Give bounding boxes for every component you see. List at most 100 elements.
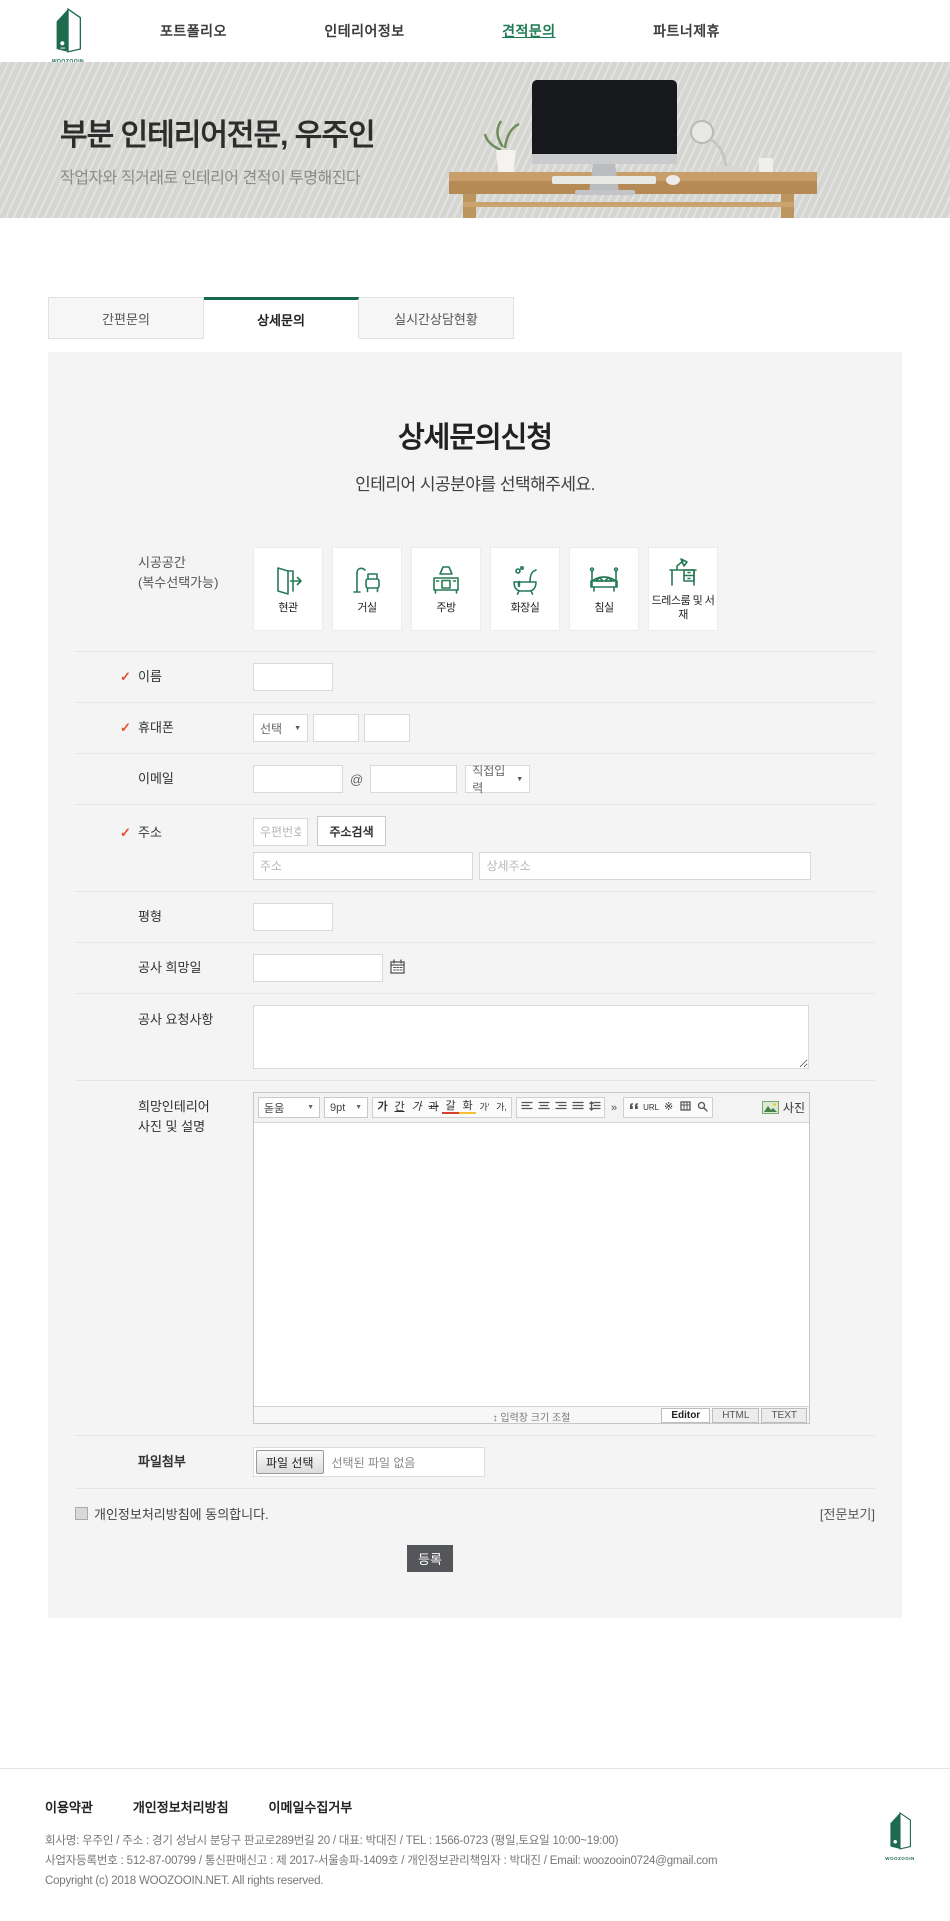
special-char-icon[interactable]: ※ [660,1102,677,1113]
phone-label: 휴대폰 [138,718,174,738]
font-color-icon[interactable]: 갈 [442,1101,459,1114]
house-logo-icon [49,7,87,53]
name-input[interactable] [253,663,333,691]
line-height-icon[interactable] [586,1101,603,1114]
italic-icon[interactable]: 가 [408,1102,425,1113]
editor-row: 희망인테리어 사진 및 설명 돋움 ▼ 9pt ▼ [75,1081,875,1436]
font-family-select[interactable]: 돋움 ▼ [258,1097,320,1118]
bed-icon [586,563,622,599]
tile-bathroom[interactable]: 화장실 [490,547,560,631]
align-right-icon[interactable] [552,1101,569,1114]
tab-simple-inquiry[interactable]: 간편문의 [48,297,204,339]
mode-html[interactable]: HTML [712,1408,759,1423]
address-row: ✓ 주소 주소검색 [75,805,875,892]
editor-mode-tabs: Editor HTML TEXT [659,1408,807,1423]
tab-detail-inquiry[interactable]: 상세문의 [204,297,359,339]
address-input[interactable] [253,852,473,880]
highlight-color-icon[interactable]: 화 [459,1101,476,1114]
align-left-icon[interactable] [518,1101,535,1114]
tile-kitchen[interactable]: 주방 [411,547,481,631]
zipcode-input[interactable] [253,818,308,846]
nav-quote-inquiry[interactable]: 견적문의 [502,21,556,41]
phone-prefix-select[interactable]: 선택 ▼ [253,714,308,742]
page: WOOZOOIN 포트폴리오 인테리어정보 견적문의 파트너제휴 부분 인테리어… [0,0,950,1921]
size-row: 평형 [75,892,875,943]
file-select-button[interactable]: 파일 선택 [256,1450,324,1474]
size-label: 평형 [138,907,162,927]
mode-text[interactable]: TEXT [761,1408,807,1423]
phone-row: ✓ 휴대폰 선택 ▼ [75,703,875,754]
editor-content-area[interactable] [254,1123,809,1406]
file-status-text: 선택된 파일 없음 [332,1454,416,1471]
mode-editor[interactable]: Editor [661,1408,710,1423]
file-input[interactable]: 파일 선택 선택된 파일 없음 [253,1447,485,1477]
required-check-icon: ✓ [120,823,133,843]
footer-link-privacy[interactable]: 개인정보처리방침 [133,1797,229,1816]
name-row: ✓ 이름 [75,652,875,703]
align-justify-icon[interactable] [569,1101,586,1114]
font-size-select[interactable]: 9pt ▼ [324,1097,368,1118]
hero-copy: 부분 인테리어전문, 우주인 작업자와 직거래로 인테리어 견적이 투명해진다 [60,110,375,188]
tab-live-status[interactable]: 실시간상담현황 [359,297,514,339]
email-domain-input[interactable] [370,765,457,793]
date-input[interactable] [253,954,383,982]
detail-inquiry-panel: 상세문의신청 인테리어 시공분야를 선택해주세요. 시공공간 (복수선택가능) … [48,352,902,1618]
phone-mid-input[interactable] [313,714,359,742]
submit-button[interactable]: 등록 [407,1545,453,1572]
address-search-button[interactable]: 주소검색 [317,816,385,846]
chevron-down-icon: ▼ [516,776,523,783]
chevron-down-icon: ▼ [307,1104,314,1111]
tile-bedroom[interactable]: 침실 [569,547,639,631]
editor-toolbar: 돋움 ▼ 9pt ▼ 가 간 가 과 갈 화 [254,1093,809,1123]
main-nav: 포트폴리오 인테리어정보 견적문의 파트너제휴 [160,0,720,62]
strikethrough-icon[interactable]: 과 [425,1102,442,1113]
nav-interior-info[interactable]: 인테리어정보 [324,21,404,41]
calendar-icon [390,959,405,974]
phone-last-input[interactable] [364,714,410,742]
table-icon[interactable] [677,1101,694,1114]
tile-dressroom-study[interactable]: 드레스룸 및 서재 [648,547,718,631]
privacy-agree-checkbox[interactable] [75,1507,88,1520]
editor-resize-handle[interactable]: ↕ 입력창 크기 조절 [493,1409,571,1424]
blockquote-icon[interactable] [625,1102,642,1113]
toolbar-more-icon[interactable]: » [609,1102,619,1114]
bold-icon[interactable]: 가 [374,1102,391,1113]
view-full-policy-link[interactable]: [전문보기] [820,1504,875,1523]
subscript-icon[interactable]: 가, [493,1103,510,1112]
file-label: 파일첨부 [138,1452,186,1472]
nav-portfolio[interactable]: 포트폴리오 [160,21,227,41]
inquiry-tabs: 간편문의 상세문의 실시간상담현황 [48,297,514,339]
calendar-button[interactable] [390,959,405,977]
chevron-down-icon: ▼ [294,725,301,732]
address-detail-input[interactable] [479,852,811,880]
email-id-input[interactable] [253,765,343,793]
footer-link-terms[interactable]: 이용약관 [45,1797,93,1816]
footer-link-email-refusal[interactable]: 이메일수집거부 [269,1797,353,1816]
tile-livingroom[interactable]: 거실 [332,547,402,631]
privacy-agree-row: 개인정보처리방침에 동의합니다. [전문보기] [75,1489,875,1529]
align-center-icon[interactable] [535,1101,552,1114]
hero-banner: 부분 인테리어전문, 우주인 작업자와 직거래로 인테리어 견적이 투명해진다 [0,62,950,218]
superscript-icon[interactable]: 가' [476,1103,493,1112]
nav-partner[interactable]: 파트너제휴 [653,21,720,41]
tile-entrance[interactable]: 현관 [253,547,323,631]
privacy-agree-text: 개인정보처리방침에 동의합니다. [94,1504,269,1523]
name-label: 이름 [138,667,162,687]
footer-logo-text: WOOZOOIN [880,1856,920,1861]
format-group: 가 간 가 과 갈 화 가' 가, [372,1097,512,1118]
desk-photo-illustration [397,62,817,218]
request-row: 공사 요청사항 [75,994,875,1081]
find-icon[interactable] [694,1101,711,1115]
size-input[interactable] [253,903,333,931]
underline-icon[interactable]: 간 [391,1102,408,1113]
email-domain-select[interactable]: 직접입력 ▼ [465,765,530,793]
house-logo-icon [884,1811,916,1850]
request-textarea[interactable] [253,1005,809,1069]
brand-logo[interactable]: WOOZOOIN [45,7,91,65]
required-check-icon: ✓ [120,718,133,738]
link-icon[interactable]: URL [642,1104,660,1112]
site-header: WOOZOOIN 포트폴리오 인테리어정보 견적문의 파트너제휴 [0,0,950,62]
footer-links: 이용약관 개인정보처리방침 이메일수집거부 [45,1797,905,1816]
insert-photo-button[interactable]: 사진 [762,1099,805,1116]
date-row: 공사 희망일 [75,943,875,994]
